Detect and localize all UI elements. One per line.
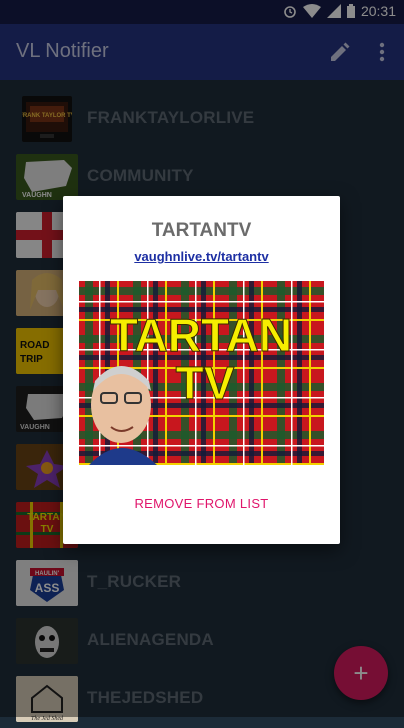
remove-from-list-button[interactable]: REMOVE FROM LIST	[63, 496, 340, 511]
dialog-title: TARTANTV	[151, 220, 252, 241]
channel-link[interactable]: vaughnlive.tv/tartantv	[63, 249, 340, 264]
image-text-tartan: TARTAN	[110, 309, 292, 361]
channel-image: TARTAN TV	[79, 281, 324, 465]
image-text-tv: TV	[176, 357, 235, 409]
channel-dialog: TARTANTV vaughnlive.tv/tartantv TARTAN T	[63, 196, 340, 544]
